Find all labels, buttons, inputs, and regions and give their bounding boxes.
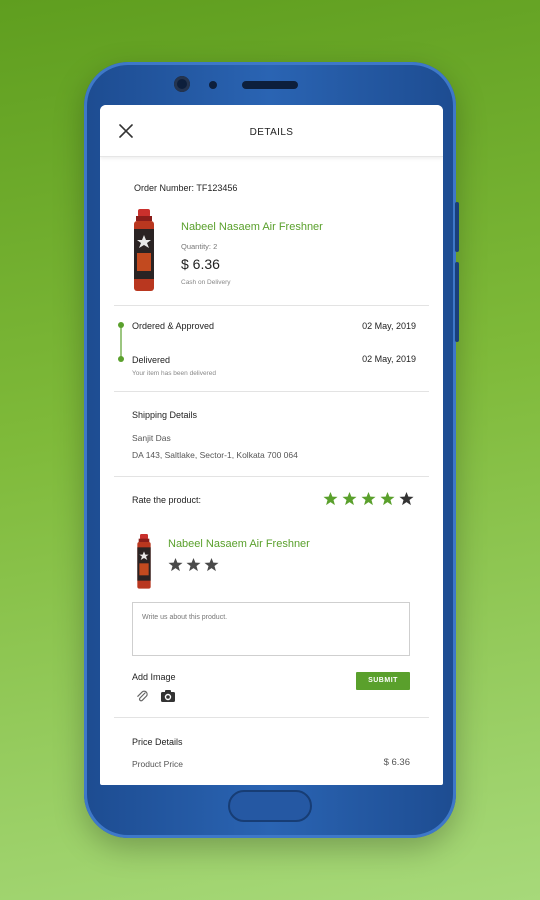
tracking-step-label: Ordered & Approved	[132, 321, 215, 331]
product-image[interactable]	[132, 209, 156, 293]
divider	[114, 391, 429, 392]
proximity-sensor	[209, 81, 217, 89]
phone-side-button	[455, 202, 459, 252]
phone-side-button	[455, 262, 459, 342]
app-screen: DETAILS Order Number: TF123456 Nabeel Na…	[100, 105, 443, 785]
product-price-label: Product Price	[132, 759, 184, 769]
product-quantity: Quantity: 2	[181, 242, 218, 251]
rate-label: Rate the product:	[132, 495, 202, 505]
payment-method: Cash on Delivery	[181, 279, 231, 286]
price-details-title: Price Details	[132, 737, 183, 747]
shipping-address: DA 143, Saltlake, Sector-1, Kolkata 700 …	[132, 450, 298, 460]
star-icon[interactable]	[323, 491, 338, 506]
review-placeholder: Write us about this product.	[142, 614, 228, 621]
tracking-step-label: Delivered	[132, 355, 171, 365]
star-icon[interactable]	[342, 491, 357, 506]
add-image-label: Add Image	[132, 672, 176, 682]
shipping-title: Shipping Details	[132, 410, 198, 420]
submit-button[interactable]: SUBMIT	[356, 672, 410, 690]
rating-product-name[interactable]: Nabeel Nasaem Air Freshner	[168, 538, 310, 550]
product-image[interactable]	[136, 532, 152, 592]
tracking-step-date: 02 May, 2019	[362, 354, 416, 364]
page-title: DETAILS	[249, 127, 294, 138]
star-icon[interactable]	[361, 491, 376, 506]
star-icon[interactable]	[204, 557, 219, 572]
product-rating-stars[interactable]	[168, 557, 228, 575]
star-icon[interactable]	[399, 491, 414, 506]
camera-icon[interactable]	[160, 689, 176, 703]
attachment-icon[interactable]	[135, 689, 149, 703]
tracking-timeline	[118, 322, 124, 362]
earpiece-speaker	[242, 81, 298, 89]
product-price-value: $ 6.36	[383, 757, 410, 768]
product-price: $ 6.36	[181, 256, 220, 272]
home-button[interactable]	[228, 790, 312, 822]
star-icon[interactable]	[380, 491, 395, 506]
star-icon[interactable]	[186, 557, 201, 572]
product-name[interactable]: Nabeel Nasaem Air Freshner	[181, 221, 323, 233]
tracking-step-date: 02 May, 2019	[362, 321, 416, 331]
divider	[114, 476, 429, 477]
divider	[114, 717, 429, 718]
star-icon[interactable]	[168, 557, 183, 572]
order-number: Order Number: TF123456	[134, 183, 238, 193]
review-textarea[interactable]: Write us about this product.	[132, 602, 410, 656]
app-header: DETAILS	[100, 105, 443, 157]
rating-stars[interactable]	[323, 491, 419, 509]
shipping-name: Sanjit Das	[132, 433, 171, 443]
tracking-step-note: Your item has been delivered	[132, 370, 216, 377]
front-camera	[174, 76, 190, 92]
divider	[114, 305, 429, 306]
